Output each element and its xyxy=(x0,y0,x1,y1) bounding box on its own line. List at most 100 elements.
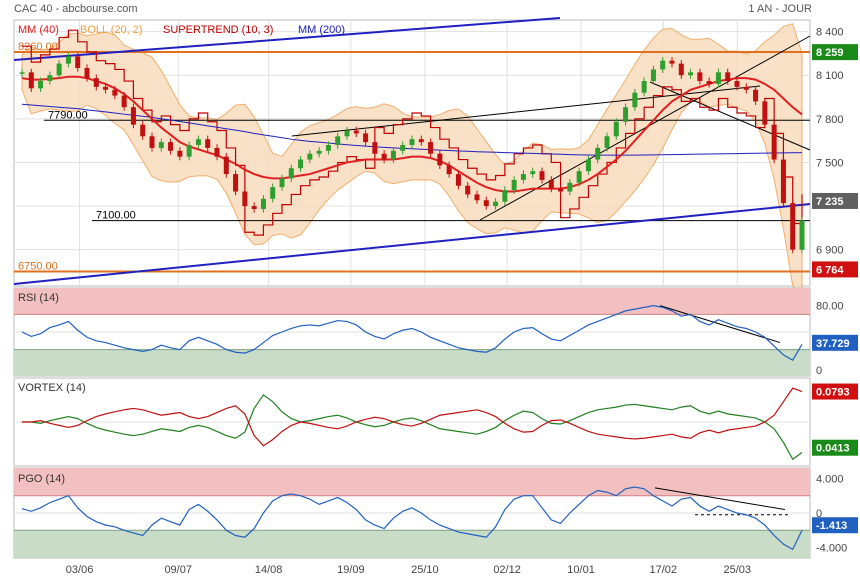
candle-body-32 xyxy=(316,150,322,154)
candle-body-15 xyxy=(158,142,164,148)
rsi-overbought-zone xyxy=(14,288,810,315)
pgo-tick-0: -4.000 xyxy=(816,543,847,555)
pgo-tick-2: 4.000 xyxy=(816,473,844,485)
candle-body-73 xyxy=(697,72,703,82)
candle-body-24 xyxy=(242,191,248,207)
candle-body-28 xyxy=(279,178,285,188)
candle-body-67 xyxy=(641,81,647,93)
candle-body-30 xyxy=(298,159,304,169)
candle-body-29 xyxy=(288,168,294,179)
candle-body-82 xyxy=(780,159,786,204)
pgo-badges: -1.413 xyxy=(812,517,858,534)
candle-body-34 xyxy=(335,136,341,146)
candle-body-40 xyxy=(390,150,396,160)
candle-body-14 xyxy=(149,136,155,148)
rsi-panel: 0 80.00 37.729 RSI (14) xyxy=(13,287,858,377)
candle-body-43 xyxy=(418,139,424,143)
candle-body-53 xyxy=(511,179,517,191)
candle-body-59 xyxy=(567,182,573,192)
candle-body-58 xyxy=(558,188,564,192)
candle-body-31 xyxy=(307,153,313,160)
x-tick-8: 25/03 xyxy=(724,564,752,576)
price-badge-2: 6 764 xyxy=(816,264,844,276)
legend-boll: BOLL (20, 2) xyxy=(80,24,143,36)
candle-body-47 xyxy=(455,174,461,186)
candle-body-1 xyxy=(28,72,34,89)
candle-body-6 xyxy=(75,56,81,68)
candle-body-68 xyxy=(650,69,656,82)
candle-body-42 xyxy=(409,139,415,146)
pgo-oversold-zone xyxy=(14,530,810,558)
candle-body-84 xyxy=(799,220,805,250)
level-label-3: 6750.00 xyxy=(18,260,58,272)
candle-body-38 xyxy=(372,142,378,154)
price-tick-3: 7 800 xyxy=(816,114,844,126)
candle-body-36 xyxy=(353,130,359,134)
rsi-title: RSI (14) xyxy=(18,292,59,304)
candle-body-81 xyxy=(771,124,777,160)
candle-body-11 xyxy=(121,95,127,108)
pgo-title: PGO (14) xyxy=(18,473,65,485)
price-panel: 8260.00 7790.00 7100.00 6750.00 6 900 7 500 7… xyxy=(13,17,858,301)
x-tick-7: 17/02 xyxy=(650,564,678,576)
candle-body-46 xyxy=(446,165,452,175)
candle-body-69 xyxy=(660,60,666,70)
candle-body-66 xyxy=(632,92,638,108)
candle-body-61 xyxy=(585,159,591,172)
candle-body-19 xyxy=(195,139,201,146)
rsi-badges: 37.729 xyxy=(812,334,858,351)
vortex-title: VORTEX (14) xyxy=(18,382,86,394)
level-label-0: 8260.00 xyxy=(18,41,58,53)
candle-body-75 xyxy=(715,72,721,84)
candle-body-2 xyxy=(38,81,44,89)
price-tick-0: 6 900 xyxy=(816,245,844,257)
pgo-overbought-zone xyxy=(14,468,810,496)
candle-body-50 xyxy=(483,200,489,207)
candle-body-56 xyxy=(539,171,545,180)
price-tick-4: 8 100 xyxy=(816,70,844,82)
chart-period: 1 AN - JOUR xyxy=(748,3,812,15)
candle-body-35 xyxy=(344,130,350,137)
candle-body-33 xyxy=(325,145,331,151)
candle-body-57 xyxy=(548,179,554,189)
candle-body-55 xyxy=(530,171,536,175)
price-tick-2: 7 500 xyxy=(816,157,844,169)
candle-body-71 xyxy=(678,63,684,76)
candle-body-62 xyxy=(595,147,601,160)
candle-body-72 xyxy=(688,72,694,76)
chart-title: CAC 40 - abcbourse.com xyxy=(14,3,138,15)
candle-body-77 xyxy=(734,81,740,87)
candle-body-23 xyxy=(233,174,239,192)
x-tick-4: 25/10 xyxy=(411,564,439,576)
candle-body-8 xyxy=(93,78,99,87)
pgo-badge: -1.413 xyxy=(816,520,847,532)
candle-body-60 xyxy=(576,171,582,183)
x-tick-6: 10/01 xyxy=(567,564,595,576)
rsi-tick-0: 0 xyxy=(816,365,822,377)
candle-body-7 xyxy=(84,67,90,79)
candle-body-79 xyxy=(753,89,759,102)
candle-body-51 xyxy=(493,201,499,207)
candle-body-0 xyxy=(19,72,25,74)
candle-body-70 xyxy=(669,60,675,64)
candle-body-10 xyxy=(112,89,118,96)
candle-body-4 xyxy=(56,63,62,76)
candle-body-49 xyxy=(474,194,480,201)
candle-body-48 xyxy=(465,185,471,195)
rsi-badge: 37.729 xyxy=(816,338,850,350)
candle-body-83 xyxy=(790,203,796,250)
candle-body-17 xyxy=(177,150,183,157)
vortex-badge-1: 0.0413 xyxy=(816,443,850,455)
candle-body-9 xyxy=(103,86,109,90)
candle-body-80 xyxy=(762,101,768,125)
x-tick-2: 14/08 xyxy=(255,564,283,576)
candle-body-26 xyxy=(260,198,266,209)
candle-body-3 xyxy=(47,75,53,82)
candle-body-12 xyxy=(130,107,136,125)
candle-body-25 xyxy=(251,206,257,209)
candle-body-21 xyxy=(214,147,220,157)
candle-body-63 xyxy=(604,136,610,148)
candle-body-18 xyxy=(186,145,192,157)
price-badge-0: 8 259 xyxy=(816,47,844,59)
pgo-panel: -4.00004.000 -1.413 PGO (14) xyxy=(13,467,858,559)
